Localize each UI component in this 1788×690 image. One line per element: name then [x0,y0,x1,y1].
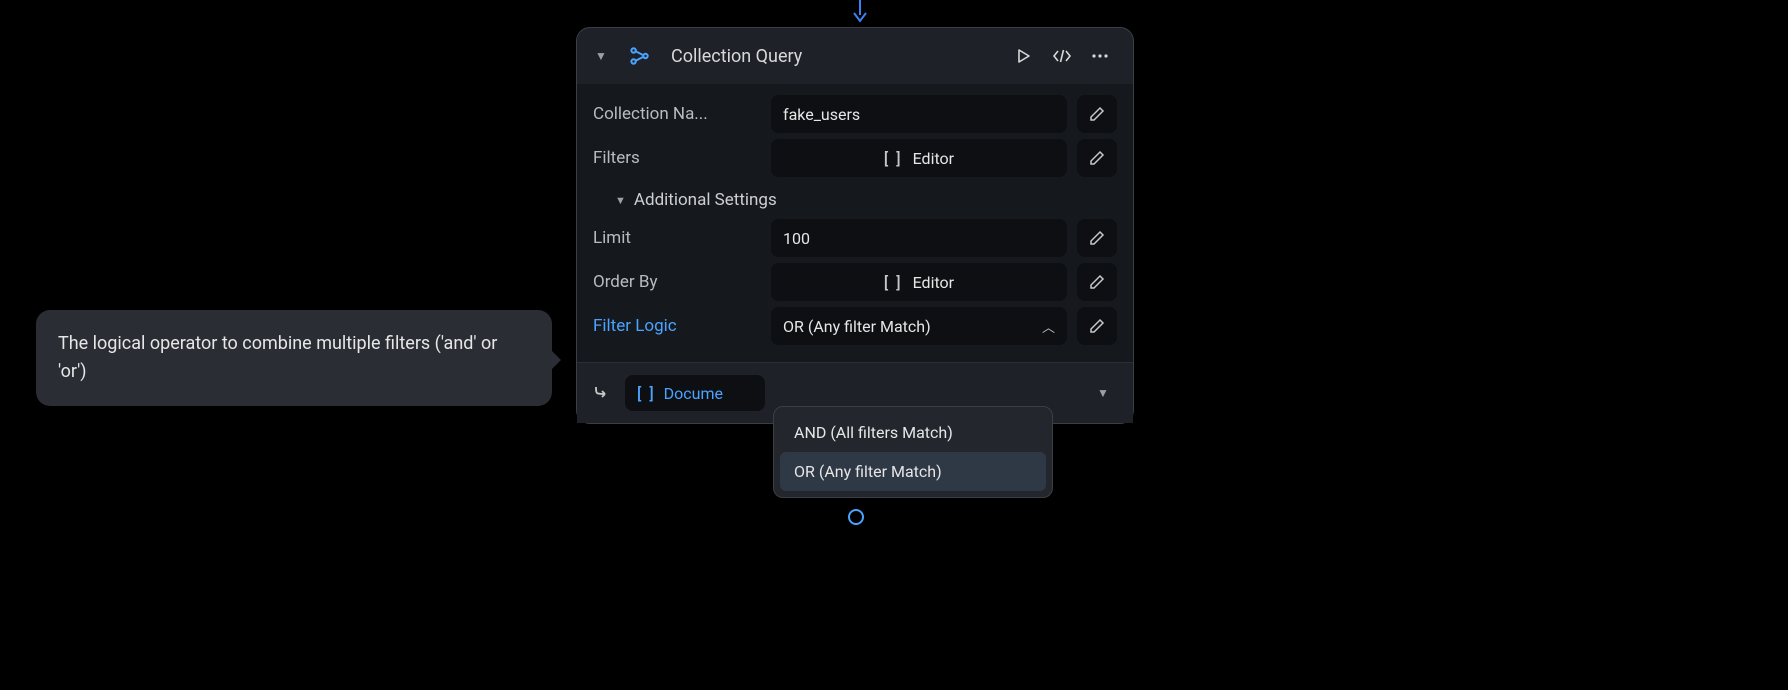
filter-logic-value: OR (Any filter Match) [783,317,931,336]
filter-logic-edit-button[interactable] [1077,307,1117,345]
chevron-down-icon: ▼ [615,194,626,207]
card-body: Collection Na... fake_users Filters [ ] … [577,84,1133,362]
output-label: Docume [664,384,723,403]
collection-name-field[interactable]: fake_users [771,95,1067,133]
filters-row: Filters [ ] Editor [593,136,1117,180]
filter-logic-row: Filter Logic OR (Any filter Match) ︿ [593,304,1117,348]
incoming-connection-arrow [852,0,868,24]
order-by-value: Editor [913,273,954,292]
filter-logic-option-or[interactable]: OR (Any filter Match) [780,452,1046,491]
additional-settings-label: Additional Settings [634,190,777,210]
output-arrow-icon [593,384,613,402]
run-button[interactable] [1009,42,1039,70]
additional-settings-toggle[interactable]: ▼ Additional Settings [593,180,1117,216]
order-by-row: Order By [ ] Editor [593,260,1117,304]
order-by-edit-button[interactable] [1077,263,1117,301]
limit-label: Limit [593,228,761,248]
collection-name-value: fake_users [783,105,860,124]
tooltip-text: The logical operator to combine multiple… [58,333,497,382]
chevron-up-icon: ︿ [1042,317,1055,336]
collapse-toggle[interactable]: ▼ [587,49,615,63]
node-type-icon [623,45,657,67]
filter-logic-label: Filter Logic [593,316,761,336]
filter-logic-select[interactable]: OR (Any filter Match) ︿ [771,307,1067,345]
card-header: ▼ Collection Query [577,28,1133,84]
limit-row: Limit 100 [593,216,1117,260]
outgoing-connection-port[interactable] [848,509,864,525]
card-title: Collection Query [665,46,1001,67]
limit-field[interactable]: 100 [771,219,1067,257]
collection-name-label: Collection Na... [593,104,761,124]
order-by-field[interactable]: [ ] Editor [771,263,1067,301]
more-menu-button[interactable] [1085,42,1115,70]
brackets-icon: [ ] [637,384,656,403]
order-by-label: Order By [593,272,761,292]
filters-label: Filters [593,148,761,168]
brackets-icon: [ ] [884,149,903,168]
filter-logic-dropdown: AND (All filters Match) OR (Any filter M… [773,406,1053,498]
node-card: ▼ Collection Query Collection Na... fake… [576,27,1134,424]
code-view-button[interactable] [1047,42,1077,70]
collection-name-edit-button[interactable] [1077,95,1117,133]
filter-logic-tooltip: The logical operator to combine multiple… [36,310,552,406]
filter-logic-option-and[interactable]: AND (All filters Match) [780,413,1046,452]
limit-edit-button[interactable] [1077,219,1117,257]
brackets-icon: [ ] [884,273,903,292]
collection-name-row: Collection Na... fake_users [593,92,1117,136]
filters-value: Editor [913,149,954,168]
output-chip[interactable]: [ ] Docume [625,375,765,411]
limit-value: 100 [783,229,810,248]
filters-field[interactable]: [ ] Editor [771,139,1067,177]
output-expand-toggle[interactable]: ▼ [1089,386,1117,400]
filters-edit-button[interactable] [1077,139,1117,177]
